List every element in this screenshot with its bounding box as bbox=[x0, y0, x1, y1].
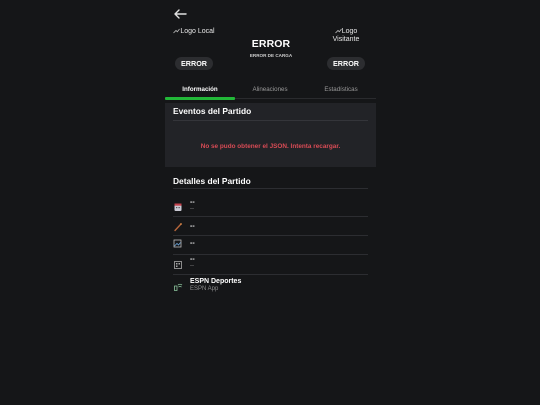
broadcast-icon bbox=[174, 283, 183, 291]
detail-main: -- bbox=[190, 223, 195, 230]
stadium-icon bbox=[174, 261, 182, 269]
local-team-logo: Logo Local bbox=[172, 28, 216, 36]
detail-sub: -- bbox=[190, 263, 194, 269]
tab-alineaciones[interactable]: Alineaciones bbox=[235, 82, 305, 99]
details-title: Detalles del Partido bbox=[173, 176, 251, 186]
local-score-pill: ERROR bbox=[175, 57, 213, 70]
detail-sub: ESPN App bbox=[190, 286, 219, 292]
match-detail-panel: Logo Local ERROR ERROR DE CARGA Logo Vis… bbox=[165, 0, 376, 405]
local-logo-alt-text: Logo Local bbox=[180, 28, 215, 35]
events-title: Eventos del Partido bbox=[173, 106, 252, 116]
events-card: Eventos del Partido No se pudo obtener e… bbox=[165, 103, 376, 167]
broken-image-icon bbox=[334, 28, 342, 34]
divider bbox=[173, 254, 368, 255]
whistle-icon bbox=[174, 223, 182, 232]
divider bbox=[173, 188, 368, 189]
tab-estadisticas[interactable]: Estadísticas bbox=[306, 82, 376, 99]
match-score: ERROR bbox=[251, 38, 291, 50]
detail-sub: -- bbox=[190, 206, 194, 212]
broken-image-icon bbox=[173, 239, 182, 248]
detail-main: -- bbox=[190, 240, 195, 247]
divider bbox=[173, 274, 368, 275]
active-tab-indicator bbox=[165, 97, 235, 100]
detail-main: ESPN Deportes bbox=[190, 278, 242, 285]
divider bbox=[173, 235, 368, 236]
divider bbox=[173, 216, 368, 217]
calendar-icon bbox=[174, 203, 182, 211]
divider bbox=[173, 120, 368, 121]
arrow-left-icon[interactable] bbox=[172, 7, 188, 21]
visitor-team-logo: Logo Visitante bbox=[324, 28, 368, 44]
match-status: ERROR DE CARGA bbox=[249, 53, 293, 58]
visitor-score-pill: ERROR bbox=[327, 57, 365, 70]
events-error-message: No se pudo obtener el JSON. Intenta reca… bbox=[200, 143, 341, 150]
